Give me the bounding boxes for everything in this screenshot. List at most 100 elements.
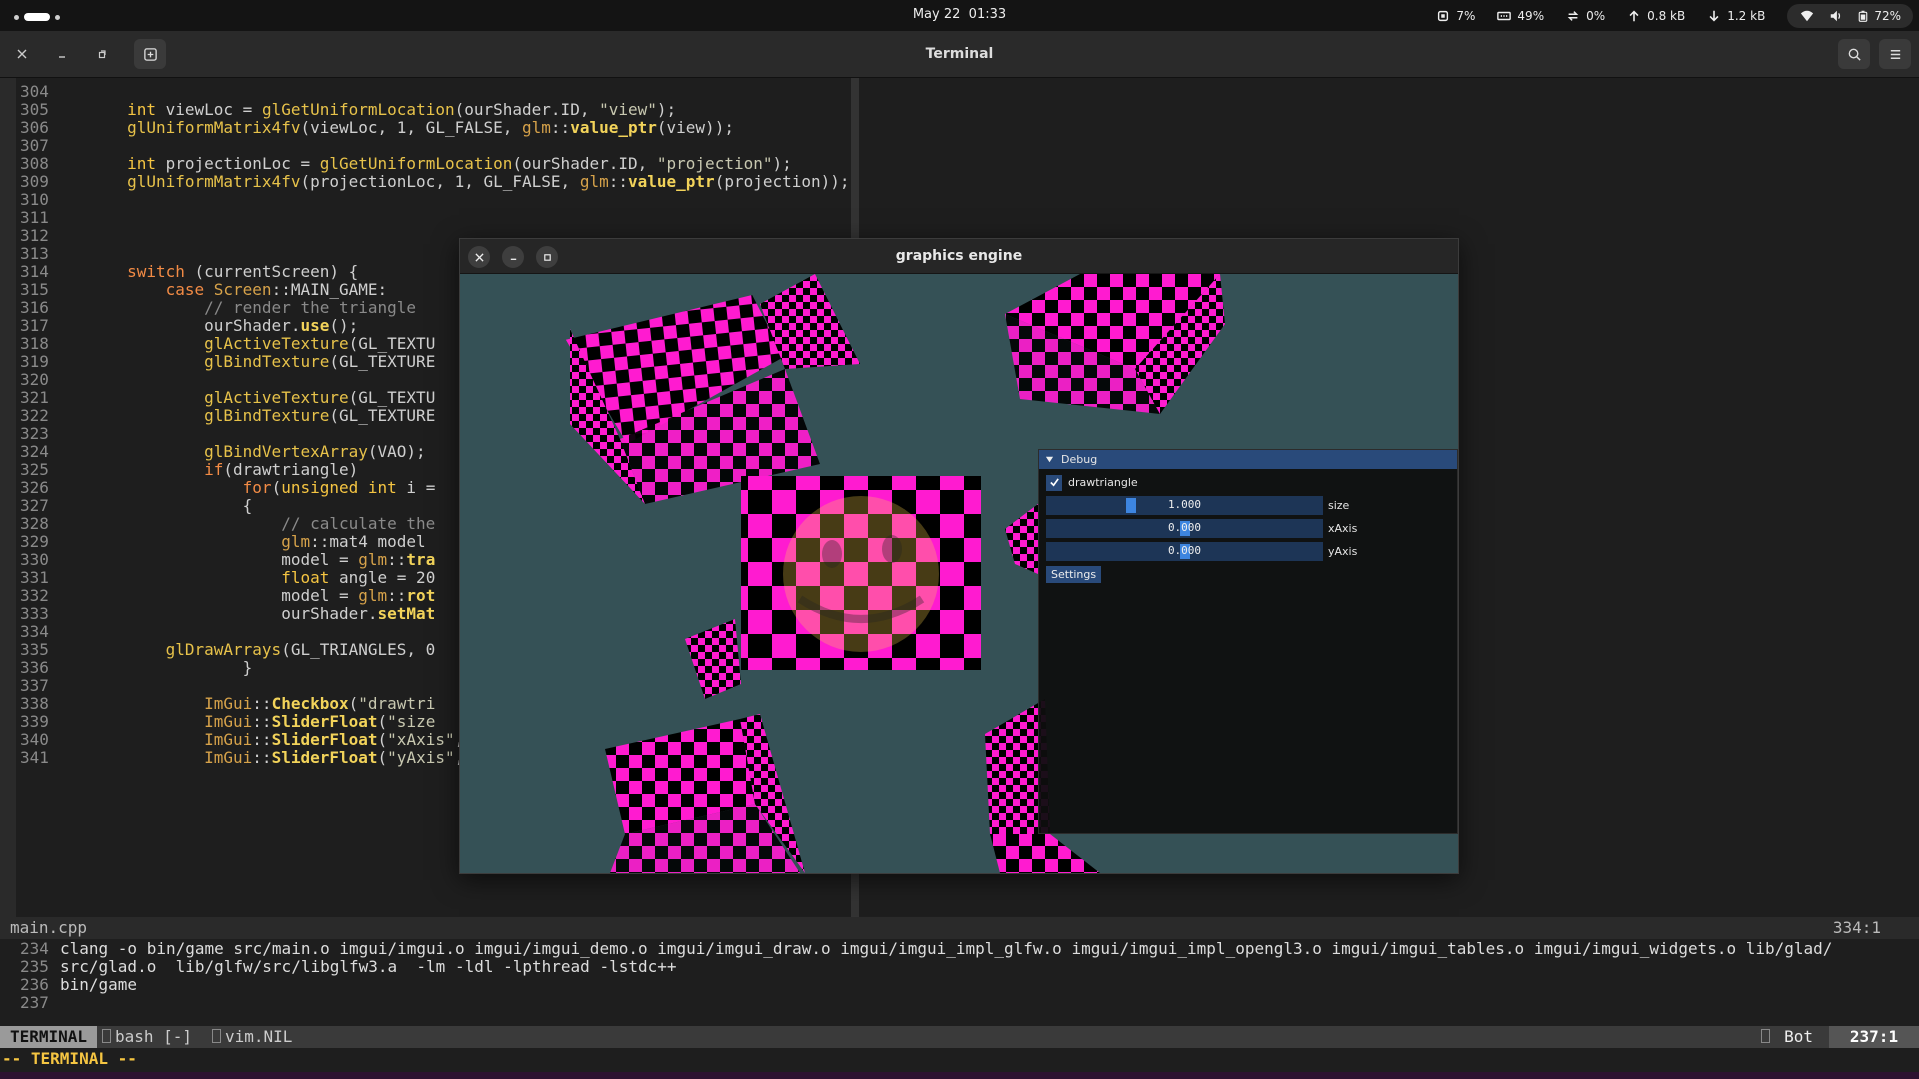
window-maximize-button[interactable] [536,246,558,268]
memory-value: 49% [1517,8,1545,23]
time-label[interactable]: 01:33 [969,7,1006,22]
system-indicators: 7% 49% 0% 0.8 kB 1.2 kB 72% [1436,0,1919,31]
yaxis-slider[interactable]: 0.000 [1046,542,1323,561]
minimize-icon [59,56,65,58]
size-slider-row[interactable]: 1.000 size [1046,496,1349,515]
output-text: src/glad.o lib/glfw/src/libglfw3.a -lm -… [60,957,677,976]
code-text: glBindTexture(GL_TEXTURE [204,406,436,425]
window-titlebar[interactable]: graphics engine [460,239,1458,274]
close-button[interactable] [10,42,34,66]
output-text: bin/game [60,975,138,994]
line-number: 237 [20,993,49,1012]
download-value: 1.2 kB [1727,8,1766,23]
code-text: glBindTexture(GL_TEXTURE [204,352,436,371]
line-column-badge: 237:1 [1829,1026,1919,1048]
menu-button[interactable] [1879,39,1911,69]
arrow-up-icon [1629,10,1639,21]
cpu-value: 7% [1456,8,1476,23]
new-tab-icon [143,47,157,61]
filename: main.cpp [10,918,88,937]
render-viewport[interactable]: Debug drawtriangle 1.000 size 0.000 xAxi… [460,274,1458,873]
minimize-button[interactable] [50,42,74,66]
debug-panel-titlebar[interactable]: Debug [1039,450,1457,469]
upload-indicator[interactable]: 0.8 kB [1627,9,1685,23]
buffer-icon [212,1029,221,1043]
graphics-engine-window[interactable]: graphics engine Debug drawtriangle 1.000… [459,238,1459,874]
terminal-headerbar: Terminal [0,31,1919,78]
slider-value: 1.000 [1167,498,1202,511]
scroll-label: Bot [1784,1027,1813,1046]
buffer-icon [102,1029,111,1043]
code-line[interactable]: 322 glBindTexture(GL_TEXTURE [0,405,435,427]
battery-indicator: 72% [1857,9,1901,23]
cpu-icon [1438,10,1449,21]
cpu-indicator[interactable]: 7% [1436,9,1475,23]
battery-value: 72% [1874,8,1901,23]
xaxis-slider[interactable]: 0.000 [1046,519,1323,538]
hamburger-menu-icon [1890,49,1900,59]
workspace-indicator[interactable] [14,13,60,21]
download-indicator[interactable]: 1.2 kB [1707,9,1765,23]
new-tab-button[interactable] [134,39,166,69]
line-number: 341 [20,748,49,767]
top-panel: May 22 01:33 7% 49% 0% 0.8 kB 1.2 kB 72% [0,0,1919,31]
memory-indicator[interactable]: 49% [1497,9,1544,23]
search-button[interactable] [1838,39,1870,69]
minimize-icon [510,258,516,260]
code-text: glUniformMatrix4fv(projectionLoc, 1, GL_… [127,172,850,191]
collapse-triangle-icon[interactable] [1045,455,1054,464]
code-line[interactable]: 306 glUniformMatrix4fv(viewLoc, 1, GL_FA… [0,117,734,139]
maximize-button[interactable] [90,42,114,66]
drawtriangle-checkbox[interactable] [1046,474,1062,491]
arrow-down-icon [1709,10,1719,21]
imgui-debug-panel[interactable]: Debug drawtriangle 1.000 size 0.000 xAxi… [1038,449,1458,834]
memory-icon [1497,11,1512,20]
buffer-statusbar: TERMINAL bash [-] vim.NIL Bot 237:1 [0,1026,1919,1048]
buffer-label: bash [-] [115,1027,193,1046]
buffer-label: vim.NIL [225,1027,293,1046]
slider-value: 0.000 [1167,521,1202,534]
system-tray[interactable]: 72% [1787,3,1913,28]
checkmark-icon [1049,478,1059,487]
window-title: graphics engine [895,248,1023,264]
code-line[interactable]: 309 glUniformMatrix4fv(projectionLoc, 1,… [0,171,850,193]
settings-row[interactable]: Settings [1046,565,1102,584]
restore-icon [98,50,106,59]
scroll-indicator: Bot [1751,1026,1823,1048]
code-line[interactable]: 319 glBindTexture(GL_TEXTURE [0,351,435,373]
xaxis-slider-row[interactable]: 0.000 xAxis [1046,519,1357,538]
drawtriangle-label: drawtriangle [1068,476,1138,489]
terminal-output[interactable]: 234 clang -o bin/game src/main.o imgui/im… [0,939,1919,1027]
search-icon [1848,48,1861,61]
textured-cube [565,274,860,504]
maximize-icon [543,253,551,261]
workspace-dot[interactable] [55,14,60,20]
slider-value: 0.000 [1167,544,1202,557]
cursor-position: 334:1 [1832,918,1881,937]
settings-button[interactable]: Settings [1046,566,1102,583]
textured-cube [1005,274,1225,414]
window-close-button[interactable] [468,246,490,268]
window-minimize-button[interactable] [502,246,524,268]
code-text: } [242,658,253,677]
yaxis-slider-row[interactable]: 0.000 yAxis [1046,542,1357,561]
size-slider[interactable]: 1.000 [1046,496,1323,515]
swap-value: 0% [1586,8,1606,23]
terminal-title: Terminal [925,46,994,62]
swap-indicator[interactable]: 0% [1566,9,1605,23]
code-text: ourShader.setMat [281,604,436,623]
buffer-tab-bash[interactable]: bash [-] [102,1026,192,1048]
mode-badge: TERMINAL [0,1026,98,1048]
buffer-icon [1761,1029,1771,1043]
file-statusline: main.cpp 334:1 [0,917,1919,939]
drawtriangle-checkbox-row[interactable]: drawtriangle [1046,473,1138,492]
output-line: 237 [0,992,60,1014]
workspace-dot[interactable] [14,14,19,20]
textured-quad [741,476,981,670]
date-label[interactable]: May 22 [913,7,961,22]
battery-icon [1859,10,1868,22]
buffer-tab-vim[interactable]: vim.NIL [212,1026,292,1048]
slider-label: yAxis [1328,545,1358,558]
code-line[interactable]: 333 ourShader.setMat [0,603,435,625]
active-workspace[interactable] [24,13,50,21]
